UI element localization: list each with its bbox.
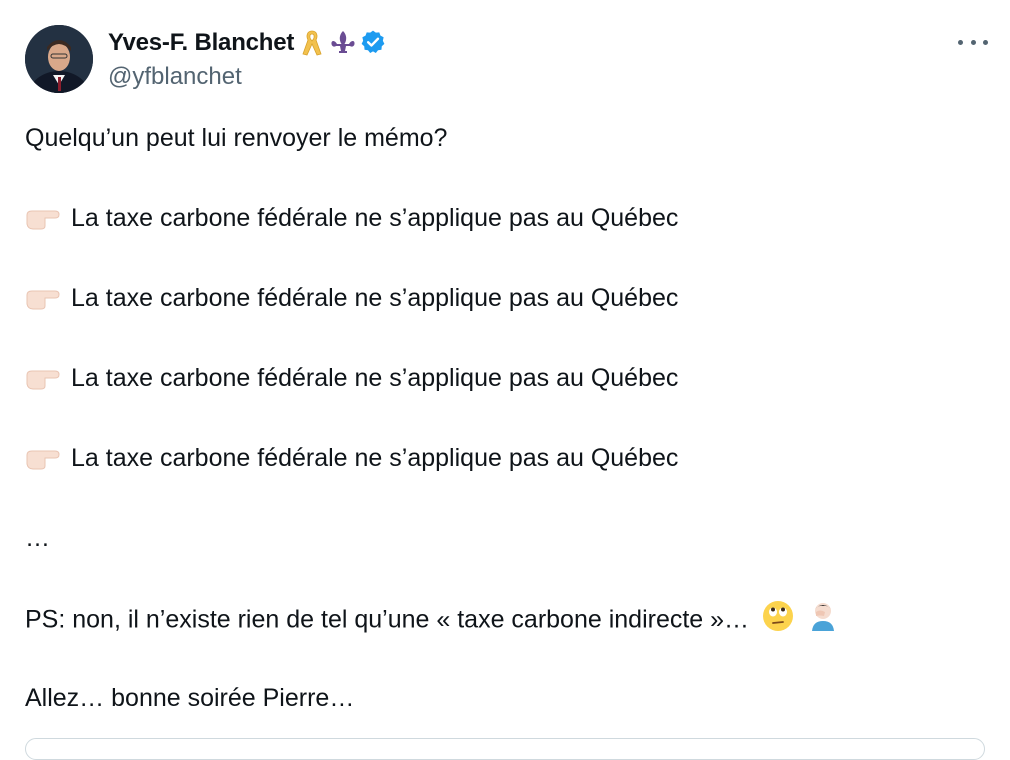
ellipsis-line: … <box>25 524 50 552</box>
bullet-line: La taxe carbone fédérale ne s’applique p… <box>25 200 678 236</box>
quoted-card-edge[interactable] <box>25 738 985 760</box>
pointing-right-icon <box>25 285 61 311</box>
bullet-text: La taxe carbone fédérale ne s’applique p… <box>71 204 679 232</box>
avatar[interactable] <box>25 25 93 93</box>
pointing-right-icon <box>25 445 61 471</box>
bullet-line: La taxe carbone fédérale ne s’applique p… <box>25 280 678 316</box>
tweet-card: Yves-F. Blanchet @yfblanchet Quelqu’un p… <box>0 0 1010 760</box>
fleur-de-lis-icon <box>330 29 355 57</box>
pointing-right-icon <box>25 205 61 231</box>
pointing-right-icon <box>25 365 61 391</box>
bullet-text: La taxe carbone fédérale ne s’applique p… <box>71 364 679 392</box>
verified-badge-icon[interactable] <box>360 29 385 57</box>
ps-text: PS: non, il n’existe rien de tel qu’une … <box>25 605 750 634</box>
avatar-photo <box>25 25 93 93</box>
yellow-ribbon-icon <box>300 29 324 57</box>
bullet-text: La taxe carbone fédérale ne s’applique p… <box>71 284 679 312</box>
bullet-line: La taxe carbone fédérale ne s’applique p… <box>25 360 678 396</box>
facepalm-emoji-icon <box>807 600 839 642</box>
display-name[interactable]: Yves-F. Blanchet <box>108 29 294 57</box>
author-name-row: Yves-F. Blanchet <box>108 26 385 60</box>
bullet-text: La taxe carbone fédérale ne s’applique p… <box>71 444 679 472</box>
tweet-intro: Quelqu’un peut lui renvoyer le mémo? <box>25 124 448 152</box>
closing-line: Allez… bonne soirée Pierre… <box>25 684 355 712</box>
author-handle[interactable]: @yfblanchet <box>108 63 242 91</box>
more-options-icon[interactable] <box>958 30 988 54</box>
ps-line: PS: non, il n’existe rien de tel qu’une … <box>25 600 839 636</box>
eye-roll-emoji-icon <box>762 600 794 642</box>
bullet-line: La taxe carbone fédérale ne s’applique p… <box>25 440 678 476</box>
